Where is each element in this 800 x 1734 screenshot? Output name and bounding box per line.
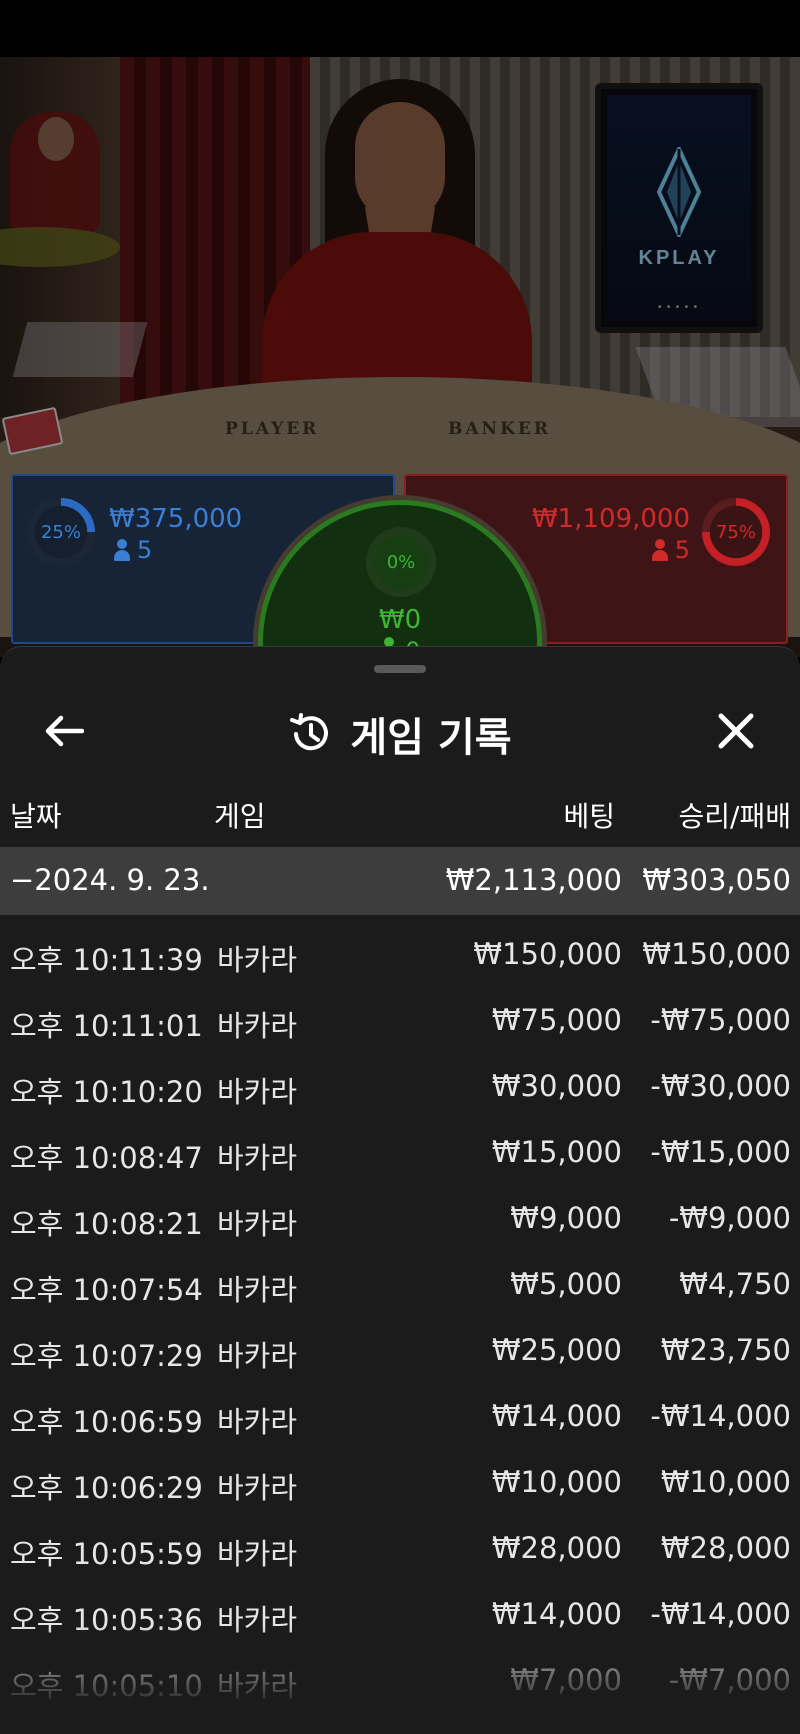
tie-percent: 0% [386,551,416,573]
banker-count-value: 5 [674,536,690,564]
row-win-loss: ₩10,000 [660,1465,791,1499]
table-row[interactable]: 오후 10:08:21 바카라 ₩9,000 -₩9,000 [0,1179,800,1245]
row-bet: ₩5,000 [510,1267,622,1301]
row-game: 바카라 [217,1405,298,1439]
row-win-loss: -₩30,000 [650,1069,791,1103]
row-game: 바카라 [217,1141,298,1175]
row-bet: ₩14,000 [491,1597,622,1631]
column-win-loss: 승리/패배 [678,800,791,833]
banker-bettor-count: 5 [651,536,690,564]
tie-percent-ring: 0% [366,527,436,597]
row-game: 바카라 [217,1273,298,1307]
row-bet: ₩30,000 [491,1069,622,1103]
group-win-loss-total: ₩303,050 [642,863,791,897]
row-time: 오후 10:05:59 [10,1537,203,1571]
row-time: 오후 10:08:47 [10,1141,203,1175]
close-icon [718,713,754,749]
table-row[interactable]: 오후 10:11:39 바카라 ₩150,000 ₩150,000 [0,915,800,981]
row-win-loss: -₩7,000 [668,1663,791,1697]
row-game: 바카라 [217,1603,298,1637]
row-bet: ₩14,000 [491,1399,622,1433]
row-game: 바카라 [217,1537,298,1571]
row-bet: ₩150,000 [473,937,622,971]
game-history-sheet: 게임 기록 날짜 게임 베팅 승리/패배 −2024. 9. 23. ₩2,11… [0,646,800,1734]
row-time: 오후 10:05:10 [10,1669,203,1703]
group-bet-total: ₩2,113,000 [445,863,622,897]
row-game: 바카라 [217,1075,298,1109]
row-time: 오후 10:06:29 [10,1471,203,1505]
player-bet-amount: ₩375,000 [109,504,243,534]
row-time: 오후 10:06:59 [10,1405,203,1439]
table-row[interactable]: 오후 10:08:47 바카라 ₩15,000 -₩15,000 [0,1113,800,1179]
tie-bet-amount: ₩0 [378,605,422,635]
table-row[interactable]: 오후 10:05:59 바카라 ₩28,000 ₩28,000 [0,1509,800,1575]
sheet-title: 게임 기록 [0,705,800,763]
date-group-row[interactable]: −2024. 9. 23. ₩2,113,000 ₩303,050 [0,847,800,915]
row-game: 바카라 [217,1009,298,1043]
row-time: 오후 10:11:01 [10,1009,203,1043]
row-time: 오후 10:07:54 [10,1273,203,1307]
row-win-loss: ₩23,750 [660,1333,791,1367]
row-bet: ₩15,000 [491,1135,622,1169]
person-icon [651,539,669,561]
row-game: 바카라 [217,1339,298,1373]
row-win-loss: ₩28,000 [660,1531,791,1565]
row-game: 바카라 [217,1669,298,1703]
player-percent: 25% [40,521,81,543]
banker-percent: 75% [715,521,756,543]
player-count-value: 5 [137,536,153,564]
row-bet: ₩75,000 [491,1003,622,1037]
table-row[interactable]: 오후 10:05:36 바카라 ₩14,000 -₩14,000 [0,1575,800,1641]
row-time: 오후 10:10:20 [10,1075,203,1109]
group-date: −2024. 9. 23. [10,863,210,897]
row-bet: ₩28,000 [491,1531,622,1565]
row-win-loss: ₩150,000 [642,937,791,971]
person-icon [113,539,131,561]
row-bet: ₩7,000 [510,1663,622,1697]
row-bet: ₩25,000 [491,1333,622,1367]
player-bettor-count: 5 [113,536,152,564]
table-row[interactable]: 오후 10:07:29 바카라 ₩25,000 ₩23,750 [0,1311,800,1377]
table-header: 날짜 게임 베팅 승리/패배 [0,787,800,837]
banker-percent-ring: 75% [702,498,770,566]
row-bet: ₩9,000 [510,1201,622,1235]
table-row[interactable]: 오후 10:11:01 바카라 ₩75,000 -₩75,000 [0,981,800,1047]
banker-bet-amount: ₩1,109,000 [531,504,690,534]
close-button[interactable] [708,703,764,759]
table-row[interactable]: 오후 10:07:54 바카라 ₩5,000 ₩4,750 [0,1245,800,1311]
sheet-drag-handle[interactable] [374,665,426,673]
table-row[interactable]: 오후 10:05:10 바카라 ₩7,000 -₩7,000 [0,1641,800,1707]
row-time: 오후 10:11:39 [10,943,203,977]
row-game: 바카라 [217,943,298,977]
row-win-loss: -₩14,000 [650,1399,791,1433]
row-time: 오후 10:05:36 [10,1603,203,1637]
row-bet: ₩10,000 [491,1465,622,1499]
row-game: 바카라 [217,1207,298,1241]
row-win-loss: -₩14,000 [650,1597,791,1631]
row-game: 바카라 [217,1471,298,1505]
sheet-header: 게임 기록 [0,687,800,767]
history-list: 오후 10:11:39 바카라 ₩150,000 ₩150,000 오후 10:11:0… [0,915,800,1707]
row-time: 오후 10:07:29 [10,1339,203,1373]
table-row[interactable]: 오후 10:06:29 바카라 ₩10,000 ₩10,000 [0,1443,800,1509]
row-win-loss: -₩9,000 [668,1201,791,1235]
row-win-loss: -₩15,000 [650,1135,791,1169]
column-game: 게임 [214,800,266,833]
column-bet: 베팅 [563,800,615,833]
table-row[interactable]: 오후 10:06:59 바카라 ₩14,000 -₩14,000 [0,1377,800,1443]
column-date: 날짜 [10,800,62,833]
player-percent-ring: 25% [27,498,95,566]
game-screen: KPLAY ••••• PLAYER BANKER 25% ₩375,000 5… [0,0,800,1734]
table-row[interactable]: 오후 10:10:20 바카라 ₩30,000 -₩30,000 [0,1047,800,1113]
row-win-loss: ₩4,750 [679,1267,791,1301]
row-time: 오후 10:08:21 [10,1207,203,1241]
row-win-loss: -₩75,000 [650,1003,791,1037]
history-icon [290,713,329,751]
page-title: 게임 기록 [350,715,512,761]
